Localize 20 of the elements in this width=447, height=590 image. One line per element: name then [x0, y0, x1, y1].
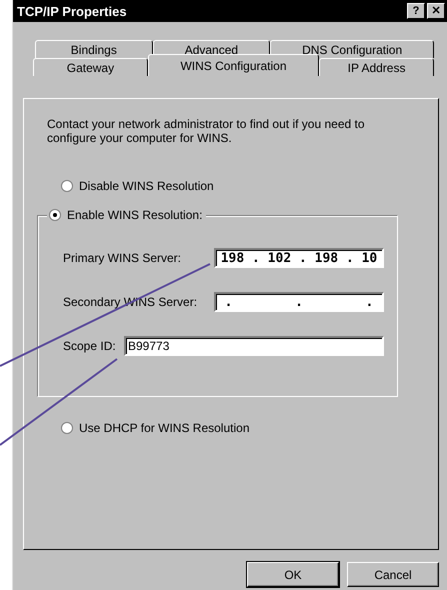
cancel-button[interactable]: Cancel — [347, 562, 439, 587]
field-label: Scope ID: — [62, 339, 116, 353]
tab[interactable]: IP Address — [319, 58, 434, 76]
radio-label: Disable WINS Resolution — [79, 179, 214, 193]
input-field[interactable]: B99773 — [124, 336, 384, 356]
intro-text: Contact your network administrator to find out if you need to configure your computer for WINS. — [47, 117, 366, 145]
ok-button[interactable]: OK — [247, 562, 339, 587]
radio-label: Use DHCP for WINS Resolution — [79, 421, 250, 435]
tab[interactable]: WINS Configuration — [148, 54, 320, 76]
window-title: TCP/IP Properties — [17, 4, 127, 18]
input-field[interactable]: . . . — [214, 292, 384, 312]
tab[interactable]: DNS Configuration — [270, 40, 434, 58]
close-button[interactable]: ✕ — [427, 3, 445, 19]
help-button[interactable]: ? — [407, 3, 425, 19]
radio-label: Enable WINS Resolution: — [67, 208, 202, 222]
field-label: Primary WINS Server: — [62, 251, 182, 265]
tab[interactable]: Bindings — [35, 40, 153, 58]
input-field[interactable]: 198 . 102 . 198 . 10 — [214, 248, 384, 268]
tab[interactable]: Gateway — [33, 58, 148, 76]
enable-radio[interactable]: Enable WINS Resolution: — [47, 208, 206, 222]
